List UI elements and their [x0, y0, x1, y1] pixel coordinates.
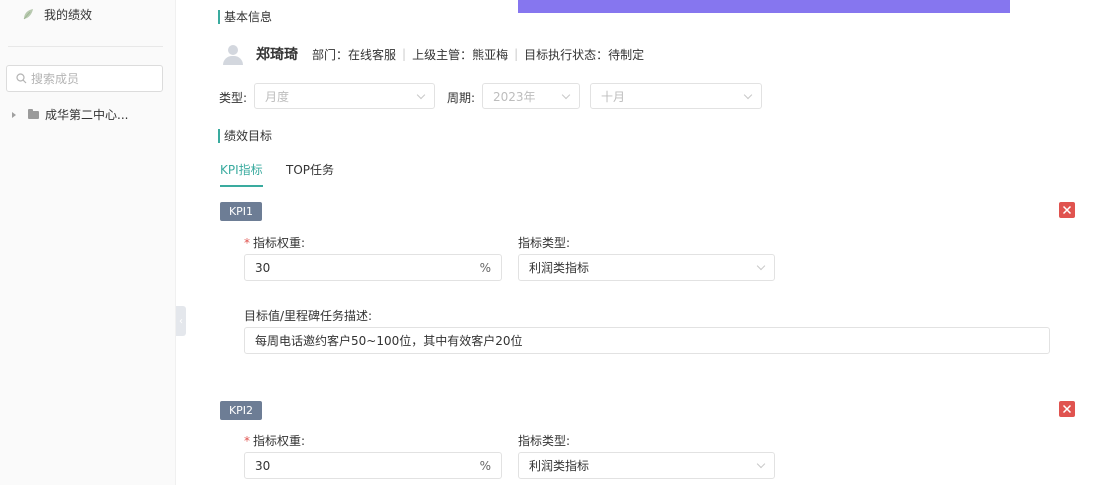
tree-node-label: 成华第二中心...: [45, 108, 129, 122]
weight-label: * 指标权重:: [244, 236, 306, 250]
section-goals: 绩效目标: [218, 127, 272, 144]
chevron-down-icon: [756, 261, 766, 271]
desc-label: 目标值/里程碑任务描述:: [244, 309, 373, 323]
weight-value: 30: [255, 260, 271, 275]
desc-input[interactable]: 每周电话邀约客户50~100位，其中有效客户20位: [244, 327, 1050, 354]
separator: |: [402, 47, 407, 61]
kpi-tag: KPI1: [220, 202, 262, 221]
section-marker: [218, 9, 220, 24]
status-label: 目标执行状态：: [524, 47, 609, 62]
month-select-value: 十月: [601, 89, 626, 104]
dept-value: 在线客服: [348, 47, 397, 62]
sidebar-title: 我的绩效: [44, 7, 93, 22]
search-icon: [16, 73, 27, 84]
section-basic-info: 基本信息: [218, 8, 272, 25]
chevron-down-icon: [756, 459, 766, 469]
kpi-tag: KPI2: [220, 401, 262, 420]
year-select-value: 2023年: [493, 89, 536, 104]
kpi-type-value: 利润类指标: [529, 261, 590, 275]
delete-kpi-button[interactable]: [1059, 202, 1075, 218]
person-summary: 郑琦琦 部门： 在线客服 | 上级主管： 熊亚梅 | 目标执行状态： 待制定: [222, 43, 644, 65]
sidebar-collapse-handle[interactable]: ‹: [176, 306, 186, 336]
weight-value: 30: [255, 458, 271, 473]
weight-unit: %: [479, 458, 491, 473]
sidebar-divider: [8, 46, 163, 47]
period-label: 周期:: [447, 91, 476, 105]
section-title: 绩效目标: [224, 129, 273, 143]
type-select-value: 月度: [265, 89, 290, 104]
search-input[interactable]: [31, 71, 141, 86]
required-mark: *: [244, 434, 250, 448]
folder-icon: [28, 108, 39, 119]
manager-label: 上级主管：: [412, 47, 473, 62]
kpi-type-label: 指标类型:: [518, 434, 571, 448]
top-accent-bar: [518, 0, 1010, 13]
sidebar: 我的绩效 成华第二中心...: [0, 0, 176, 485]
weight-input[interactable]: 30 %: [244, 452, 502, 479]
tab-kpi[interactable]: KPI指标: [220, 161, 263, 187]
tree-node-org[interactable]: 成华第二中心...: [12, 106, 128, 123]
chevron-left-icon: ‹: [179, 315, 183, 327]
separator: |: [514, 47, 519, 61]
type-select[interactable]: 月度: [254, 83, 435, 109]
delete-kpi-button[interactable]: [1059, 401, 1075, 417]
sidebar-item-my-performance[interactable]: 我的绩效: [22, 5, 92, 23]
close-icon: [1062, 205, 1072, 215]
section-marker: [218, 128, 220, 143]
weight-unit: %: [479, 260, 491, 275]
year-select[interactable]: 2023年: [482, 83, 580, 109]
member-search[interactable]: [6, 65, 163, 92]
manager-value: 熊亚梅: [472, 47, 509, 62]
close-icon: [1062, 404, 1072, 414]
kpi-type-select[interactable]: 利润类指标: [518, 452, 775, 479]
status-value: 待制定: [608, 47, 645, 62]
chevron-down-icon: [416, 90, 426, 100]
weight-label: * 指标权重:: [244, 434, 306, 448]
dept-label: 部门：: [312, 47, 349, 62]
weight-input[interactable]: 30 %: [244, 254, 502, 281]
kpi-type-select[interactable]: 利润类指标: [518, 254, 775, 281]
tab-top-tasks[interactable]: TOP任务: [286, 161, 334, 187]
desc-value: 每周电话邀约客户50~100位，其中有效客户20位: [255, 334, 523, 348]
section-title: 基本信息: [224, 10, 273, 24]
kpi-type-label: 指标类型:: [518, 236, 571, 250]
chevron-down-icon: [743, 90, 753, 100]
leaf-icon: [23, 9, 33, 20]
chevron-down-icon: [561, 90, 571, 100]
type-label: 类型:: [219, 91, 248, 105]
kpi-type-value: 利润类指标: [529, 459, 590, 473]
caret-right-icon[interactable]: [12, 111, 16, 118]
month-select[interactable]: 十月: [590, 83, 762, 109]
required-mark: *: [244, 236, 250, 250]
avatar: [222, 43, 244, 65]
person-name: 郑琦琦: [256, 47, 298, 63]
